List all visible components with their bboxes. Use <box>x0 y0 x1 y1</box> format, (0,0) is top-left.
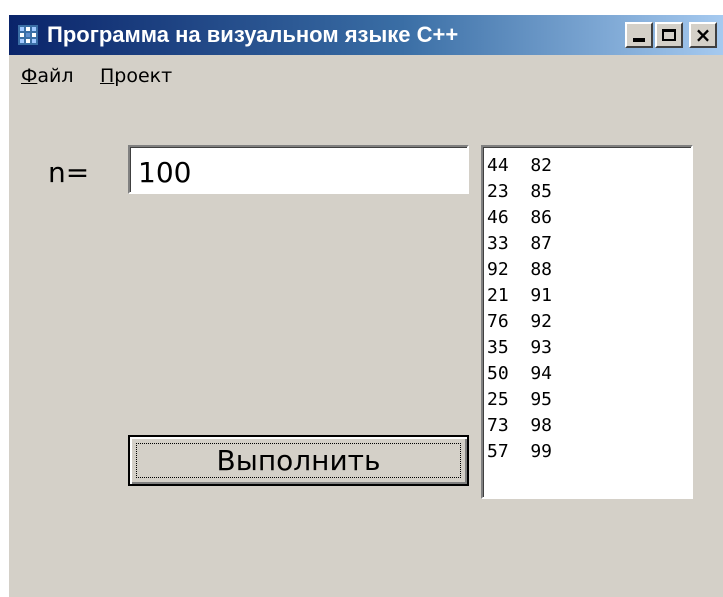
maximize-icon <box>662 29 676 41</box>
run-button[interactable]: Выполнить <box>128 435 469 486</box>
menu-bar: Файл Проект <box>9 55 723 93</box>
menu-file[interactable]: Файл <box>21 65 74 87</box>
result-listbox[interactable]: 44 82 23 85 46 86 33 87 92 88 21 91 76 92 35 93… <box>481 145 693 499</box>
list-item[interactable]: 46 86 <box>487 205 691 231</box>
n-label: n= <box>48 156 90 189</box>
list-item[interactable]: 76 92 <box>487 309 691 335</box>
n-input[interactable] <box>128 145 469 194</box>
menu-project[interactable]: Проект <box>100 65 172 87</box>
close-button[interactable]: × <box>689 22 717 48</box>
list-item[interactable]: 21 91 <box>487 283 691 309</box>
menu-project-accel: П <box>100 65 115 87</box>
maximize-button[interactable] <box>655 22 683 48</box>
minimize-icon <box>633 38 645 42</box>
window-title: Программа на визуальном языке C++ <box>47 22 459 47</box>
list-item[interactable]: 25 95 <box>487 387 691 413</box>
list-item[interactable]: 35 93 <box>487 335 691 361</box>
list-item[interactable]: 44 82 <box>487 153 691 179</box>
list-item[interactable]: 73 98 <box>487 413 691 439</box>
list-item[interactable]: 50 94 <box>487 361 691 387</box>
focus-rectangle <box>136 443 461 478</box>
app-window: Программа на визуальном языке C++ × Файл… <box>8 14 723 597</box>
menu-project-label: роект <box>114 65 173 87</box>
close-icon: × <box>694 23 712 47</box>
minimize-button[interactable] <box>625 22 653 48</box>
list-item[interactable]: 92 88 <box>487 257 691 283</box>
list-item[interactable]: 57 99 <box>487 439 691 465</box>
list-item[interactable]: 23 85 <box>487 179 691 205</box>
title-bar[interactable]: Программа на визуальном языке C++ × <box>9 15 723 55</box>
menu-file-label: айл <box>37 65 74 87</box>
list-item[interactable]: 33 87 <box>487 231 691 257</box>
app-icon <box>18 25 38 45</box>
menu-file-accel: Ф <box>21 65 38 87</box>
